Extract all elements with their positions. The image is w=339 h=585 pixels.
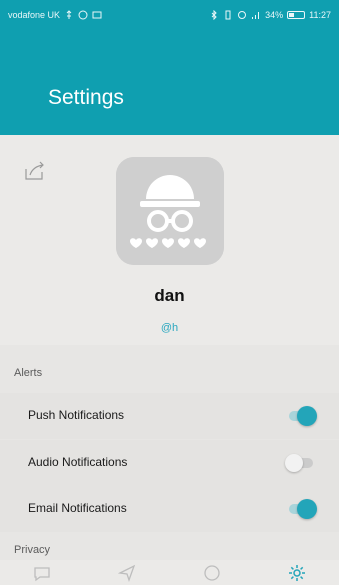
image-icon — [92, 11, 102, 19]
status-left: vodafone UK — [8, 10, 102, 20]
nav-chats[interactable] — [27, 560, 57, 585]
setting-label: Push Notifications — [28, 408, 125, 422]
setting-label: Email Notifications — [28, 501, 127, 515]
usb-icon — [66, 10, 72, 19]
setting-row-email[interactable]: Email Notifications — [0, 486, 339, 532]
carrier-label: vodafone UK — [8, 10, 61, 20]
whatsapp-icon — [78, 10, 88, 20]
toggle-knob — [285, 454, 303, 472]
audio-notifications-toggle[interactable] — [285, 453, 317, 473]
bluetooth-icon — [211, 10, 217, 20]
profile-handle[interactable]: @h — [0, 322, 339, 334]
setting-row-audio[interactable]: Audio Notifications — [0, 440, 339, 486]
edit-icon[interactable] — [24, 161, 46, 181]
app-header: Settings — [0, 30, 339, 135]
toggle-knob — [297, 406, 317, 426]
setting-label: Audio Notifications — [28, 455, 128, 469]
email-notifications-toggle[interactable] — [285, 499, 317, 519]
status-right: 34% 11:27 — [209, 10, 331, 20]
status-bar: vodafone UK 34% 11:27 — [0, 0, 339, 30]
signal-icon — [252, 12, 260, 19]
section-label-alerts: Alerts — [14, 367, 43, 379]
send-icon — [117, 564, 136, 582]
avatar[interactable] — [116, 157, 224, 265]
clock: 11:27 — [309, 10, 331, 20]
profile-name: dan — [154, 286, 185, 305]
nav-settings[interactable] — [282, 560, 312, 585]
settings-icon — [288, 564, 305, 581]
avatar-incognito-icon — [116, 157, 224, 265]
chat-icon — [34, 566, 51, 581]
alarm-icon — [238, 11, 247, 19]
nav-send[interactable] — [112, 560, 142, 585]
page-title: Settings — [48, 86, 124, 109]
bottom-nav — [0, 560, 339, 585]
vibrate-icon — [225, 10, 231, 20]
toggle-knob — [297, 499, 317, 519]
battery-percent: 34% — [265, 10, 284, 20]
profile-card: dan @h — [0, 135, 339, 345]
circle-icon — [204, 564, 220, 581]
setting-row-push[interactable]: Push Notifications — [0, 393, 339, 439]
battery-icon — [287, 11, 306, 19]
push-notifications-toggle[interactable] — [285, 406, 317, 426]
nav-home[interactable] — [197, 560, 227, 585]
section-label-privacy: Privacy — [14, 544, 51, 556]
